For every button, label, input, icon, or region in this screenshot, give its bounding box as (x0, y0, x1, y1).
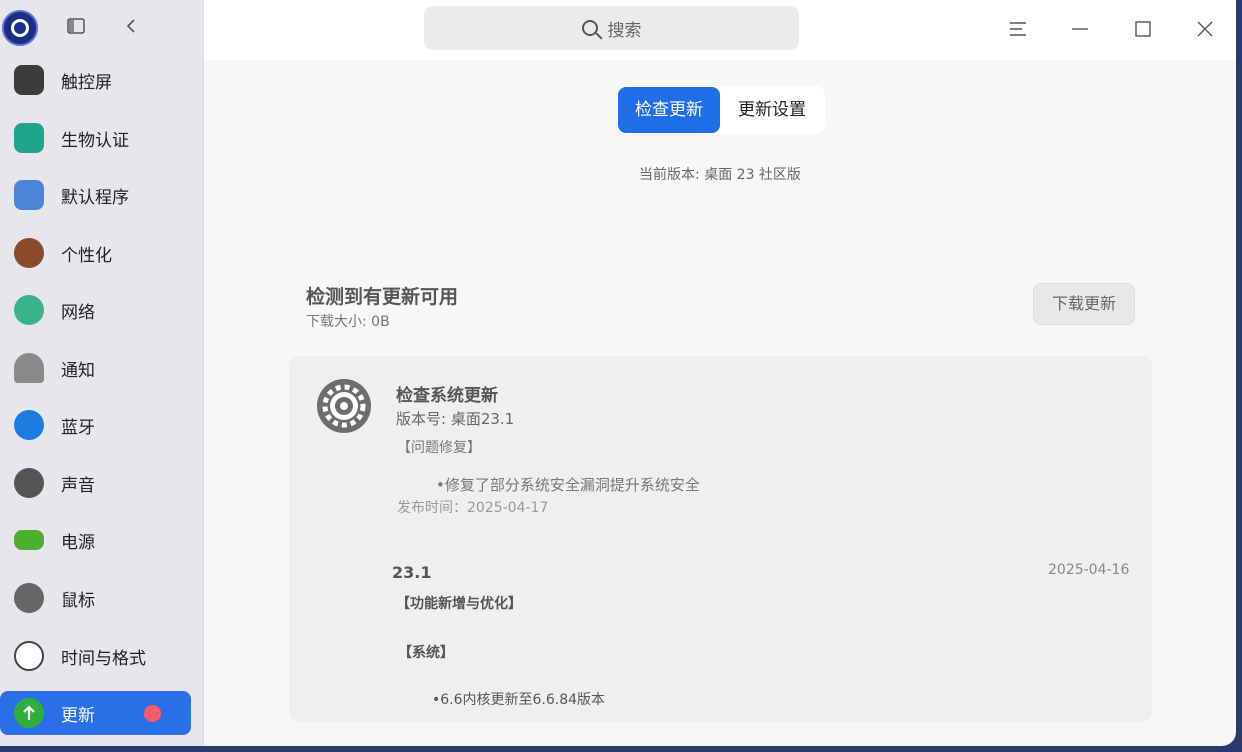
default-apps-icon (14, 180, 44, 210)
update-title: 检查系统更新 (396, 386, 498, 406)
sidebar-item-label: 生物认证 (61, 130, 129, 151)
sidebar-item-label: 通知 (61, 360, 95, 381)
sidebar: 触控屏 生物认证 默认程序 个性化 网络 通知 蓝牙 声音 电源 鼠标 时间与格… (0, 0, 204, 746)
sidebar-toggle-icon[interactable] (66, 18, 86, 38)
tab-update-settings[interactable]: 更新设置 (721, 87, 823, 133)
update-tabs: 检查更新 更新设置 (617, 86, 825, 134)
minimize-icon[interactable] (1067, 16, 1093, 42)
sidebar-item-power[interactable]: 电源 (0, 518, 191, 562)
update-bullet-text: 修复了部分系统安全漏洞提升系统安全 (444, 476, 700, 494)
gear-icon (317, 379, 371, 433)
search-placeholder: 搜索 (607, 20, 642, 41)
sidebar-item-label: 个性化 (61, 245, 112, 266)
sidebar-item-mouse[interactable]: 鼠标 (0, 576, 191, 620)
search-icon (581, 20, 598, 36)
back-chevron-icon[interactable] (121, 18, 141, 38)
fingerprint-icon (14, 123, 44, 153)
close-icon[interactable] (1192, 16, 1218, 42)
touchscreen-icon (14, 65, 44, 95)
history-bullet-text: 6.6内核更新至6.6.84版本 (440, 692, 606, 708)
sidebar-item-network[interactable]: 网络 (0, 288, 191, 332)
update-version: 版本号: 桌面23.1 (396, 410, 515, 428)
history-section-features: 【功能新增与优化】 (396, 596, 522, 612)
sidebar-item-personalization[interactable]: 个性化 (0, 231, 191, 275)
update-arrow-icon (14, 698, 44, 728)
history-bullet: •6.6内核更新至6.6.84版本 (432, 689, 605, 709)
mouse-icon (14, 583, 44, 613)
sidebar-item-label: 网络 (61, 302, 95, 323)
clock-icon (14, 641, 44, 671)
history-version: 23.1 (392, 563, 432, 582)
tab-check-update[interactable]: 检查更新 (618, 87, 720, 133)
sidebar-item-notification[interactable]: 通知 (0, 346, 191, 390)
palette-icon (14, 238, 44, 268)
sidebar-item-label: 声音 (61, 475, 95, 496)
sidebar-item-label: 触控屏 (61, 72, 112, 93)
current-version: 当前版本: 桌面 23 社区版 (639, 167, 801, 183)
update-available-title: 检测到有更新可用 (306, 286, 459, 308)
menu-icon[interactable] (1005, 16, 1031, 42)
app-logo-icon (2, 10, 38, 46)
sidebar-item-touchscreen[interactable]: 触控屏 (0, 58, 191, 102)
sidebar-item-sound[interactable]: 声音 (0, 461, 191, 505)
sidebar-item-label: 更新 (61, 705, 95, 726)
sidebar-item-update[interactable]: 更新 (0, 691, 191, 735)
history-date: 2025-04-16 (1048, 562, 1130, 578)
download-update-button[interactable]: 下载更新 (1033, 283, 1135, 325)
history-section-system: 【系统】 (398, 645, 454, 661)
bell-icon (14, 353, 44, 383)
sidebar-item-label: 电源 (61, 532, 95, 553)
sidebar-item-bluetooth[interactable]: 蓝牙 (0, 403, 191, 447)
notification-badge (144, 705, 161, 722)
update-bullet: •修复了部分系统安全漏洞提升系统安全 (436, 474, 700, 495)
sidebar-item-label: 鼠标 (61, 590, 95, 611)
search-input[interactable]: 搜索 (424, 6, 799, 50)
update-section: 【问题修复】 (397, 440, 481, 456)
bluetooth-icon (14, 410, 44, 440)
sidebar-item-label: 默认程序 (61, 187, 129, 208)
sidebar-item-label: 时间与格式 (61, 648, 146, 669)
bullet-dot: • (436, 476, 445, 494)
release-date: 发布时间：2025-04-17 (397, 500, 549, 516)
maximize-icon[interactable] (1130, 16, 1156, 42)
download-size: 下载大小: 0B (306, 314, 390, 330)
settings-window: 触控屏 生物认证 默认程序 个性化 网络 通知 蓝牙 声音 电源 鼠标 时间与格… (0, 0, 1236, 746)
sidebar-item-biometric[interactable]: 生物认证 (0, 116, 191, 160)
sidebar-item-time-format[interactable]: 时间与格式 (0, 634, 191, 678)
network-globe-icon (14, 295, 44, 325)
battery-icon (14, 530, 44, 550)
sidebar-item-default-apps[interactable]: 默认程序 (0, 173, 191, 217)
title-bar: 搜索 (204, 0, 1236, 60)
speaker-icon (14, 468, 44, 498)
sidebar-item-label: 蓝牙 (61, 417, 95, 438)
